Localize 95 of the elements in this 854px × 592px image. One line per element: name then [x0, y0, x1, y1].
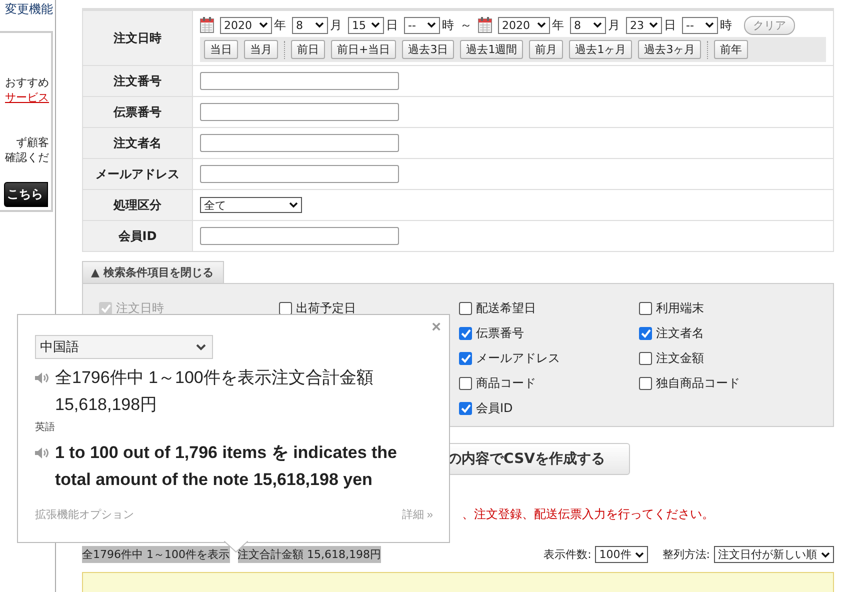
checkbox[interactable]	[459, 302, 472, 315]
quick-date-button[interactable]: 前月	[529, 40, 564, 59]
checkbox[interactable]	[279, 302, 292, 315]
range-separator: ～	[460, 16, 472, 34]
field-label: 伝票番号	[82, 96, 192, 128]
status-select[interactable]: 全て	[200, 197, 302, 213]
quick-date-button[interactable]: 過去3日	[402, 40, 454, 59]
checkbox[interactable]	[459, 352, 472, 365]
target-language-label: 英語	[35, 420, 56, 434]
hour-select[interactable]: --	[682, 16, 718, 34]
speaker-icon[interactable]	[35, 372, 49, 384]
checkbox-label: 商品コード	[476, 375, 536, 392]
unit-label: 時	[720, 16, 732, 34]
checkbox[interactable]	[459, 402, 472, 415]
checkbox[interactable]	[639, 352, 652, 365]
sidebar-text: 確認くだ	[5, 150, 49, 165]
calendar-icon[interactable]	[478, 17, 492, 33]
unit-label: 時	[442, 16, 454, 34]
chevron-icon	[537, 22, 546, 28]
text-field[interactable]	[200, 165, 399, 183]
notice-text: 、注文登録、配送伝票入力を行ってください。	[462, 506, 715, 523]
unit-label: 年	[274, 16, 286, 34]
quick-date-button[interactable]: 当月	[244, 40, 278, 59]
field-label: 注文者名	[82, 128, 192, 158]
checkbox-label: 注文者名	[656, 325, 704, 342]
checkbox-label: 独自商品コード	[656, 375, 740, 392]
chevron-icon	[705, 22, 714, 28]
sidebar-text: おすすめ	[5, 75, 49, 90]
checkbox-label: 注文日時	[116, 300, 164, 317]
quick-date-button[interactable]: 当日	[204, 40, 238, 59]
field-label: 注文番号	[82, 66, 192, 96]
checkbox-label: メールアドレス	[476, 350, 560, 367]
field-label: 注文日時	[82, 10, 192, 66]
calendar-icon[interactable]	[200, 17, 214, 33]
language-select[interactable]: 中国語	[35, 335, 213, 359]
checkbox-label: 会員ID	[476, 400, 513, 417]
checkbox-label: 出荷予定日	[296, 300, 356, 317]
per-page-label: 表示件数:	[544, 547, 592, 562]
year-select[interactable]: 2020	[498, 16, 550, 34]
unit-label: 日	[664, 16, 676, 34]
checkbox[interactable]	[639, 302, 652, 315]
hour-select[interactable]: --	[404, 16, 440, 34]
chevron-icon	[821, 552, 830, 558]
month-select[interactable]: 8	[292, 16, 328, 34]
summary-text: 全1796件中 1～100件を表示	[82, 546, 230, 563]
sort-label: 整列方法:	[662, 547, 710, 562]
quick-date-button[interactable]: 前日+当日	[331, 40, 396, 59]
chevron-icon	[649, 22, 658, 28]
checkbox[interactable]	[639, 377, 652, 390]
translation-text: 1 to 100 out of 1,796 items を indicates the total amount of the note 15,618,198 yen	[55, 442, 398, 491]
text-field[interactable]	[200, 72, 399, 90]
field-label: 処理区分	[82, 190, 192, 220]
collapse-tab[interactable]: ▲ 検索条件項目を閉じる	[82, 261, 224, 283]
quick-date-button[interactable]: 過去1ヶ月	[569, 40, 632, 59]
quick-date-button[interactable]: 前年	[714, 40, 748, 59]
chevron-icon	[371, 22, 380, 28]
field-label: メールアドレス	[82, 158, 192, 190]
checkbox[interactable]	[459, 327, 472, 340]
checkbox[interactable]	[459, 377, 472, 390]
text-field[interactable]	[200, 227, 399, 245]
checkbox-label: 注文金額	[656, 350, 704, 367]
quick-date-button[interactable]: 過去3ヶ月	[638, 40, 702, 59]
checkbox[interactable]	[639, 327, 652, 340]
quick-date-button[interactable]: 前日	[291, 40, 325, 59]
chevron-icon	[593, 22, 602, 28]
day-select[interactable]: 23	[626, 16, 662, 34]
text-field[interactable]	[200, 103, 399, 121]
unit-label: 日	[386, 16, 398, 34]
text-field[interactable]	[200, 134, 399, 152]
checkbox-label: 配送希望日	[476, 300, 536, 317]
chevron-icon	[315, 22, 324, 28]
year-select[interactable]: 2020	[220, 16, 272, 34]
unit-label: 年	[552, 16, 564, 34]
unit-label: 月	[608, 16, 620, 34]
month-select[interactable]: 8	[570, 16, 606, 34]
per-page-select[interactable]: 100件	[595, 546, 648, 563]
speaker-icon[interactable]	[35, 447, 49, 459]
checkbox-label: 利用端末	[656, 300, 704, 317]
chevron-icon	[289, 202, 298, 208]
quick-date-button[interactable]: 過去1週間	[460, 40, 524, 59]
sidebar-button[interactable]: こちら	[4, 182, 48, 207]
sort-select[interactable]: 注文日付が新しい順	[714, 546, 834, 563]
source-text: 全1796件中 1～100件を表示注文合計金額 15,618,198円	[55, 367, 374, 416]
chevron-icon	[427, 22, 436, 28]
checkbox-label: 伝票番号	[476, 325, 524, 342]
field-label: 会員ID	[82, 220, 192, 252]
unit-label: 月	[330, 16, 342, 34]
sidebar-text: ず顧客	[16, 135, 49, 150]
chevron-icon	[196, 344, 206, 350]
summary-text: 注文合計金額 15,618,198円	[238, 546, 381, 563]
chevron-icon	[259, 22, 268, 28]
day-select[interactable]: 15	[348, 16, 384, 34]
sidebar-text: 変更機能	[5, 1, 53, 18]
chevron-icon	[635, 552, 644, 558]
service-link[interactable]: サービス	[5, 90, 49, 105]
